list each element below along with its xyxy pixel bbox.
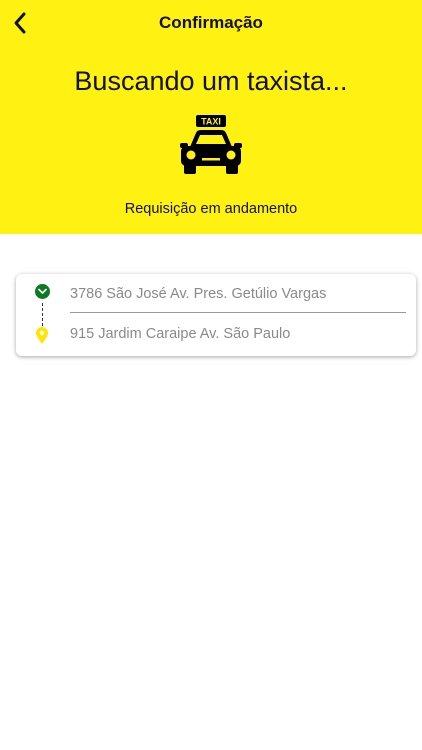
page-title: Confirmação: [159, 13, 263, 32]
taxi-sign-text: TAXI: [201, 117, 221, 127]
route-connector: [42, 303, 43, 326]
origin-address-field[interactable]: 3786 São José Av. Pres. Getúlio Vargas: [70, 286, 326, 302]
header: Confirmação Buscando um taxista... TAXI …: [0, 0, 422, 234]
search-headline: Buscando um taxista...: [74, 66, 348, 96]
check-circle-icon: [35, 284, 50, 299]
request-status: Requisição em andamento: [124, 201, 298, 217]
map-pin-icon: [36, 327, 48, 344]
taxi-icon: TAXI: [180, 115, 242, 174]
route-card: 3786 São José Av. Pres. Getúlio Vargas 9…: [16, 274, 416, 356]
divider: [70, 312, 406, 313]
destination-address-field[interactable]: 915 Jardim Caraipe Av. São Paulo: [70, 326, 290, 342]
